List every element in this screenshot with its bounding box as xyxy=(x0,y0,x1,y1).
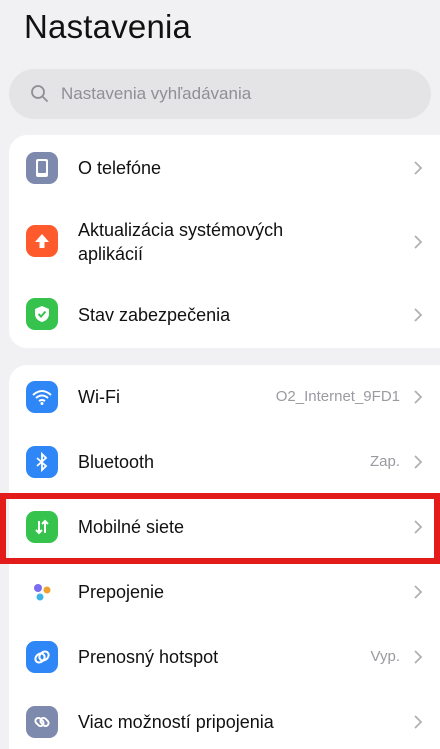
settings-item-security-status[interactable]: Stav zabezpečenia xyxy=(9,281,440,348)
page-title: Nastavenia xyxy=(24,8,192,45)
settings-item-system-app-updates[interactable]: Aktualizácia systémových aplikácií xyxy=(9,201,440,281)
settings-item-mobile-networks[interactable]: Mobilné siete xyxy=(9,494,440,560)
settings-item-more-connections[interactable]: Viac možností pripojenia xyxy=(9,690,440,749)
phone-icon xyxy=(26,152,58,184)
settings-item-label: Stav zabezpečenia xyxy=(78,305,231,325)
settings-item-label: Wi-Fi xyxy=(78,387,120,407)
bluetooth-status: Zap. xyxy=(369,453,400,470)
settings-group-device: O telefóne Aktualizácia systémových apli… xyxy=(9,135,440,348)
chevron-right-icon xyxy=(414,585,423,599)
settings-item-label: O telefóne xyxy=(78,158,162,178)
update-arrow-icon xyxy=(26,225,58,257)
bluetooth-icon xyxy=(26,446,58,478)
chevron-right-icon xyxy=(414,715,423,729)
settings-item-label: Bluetooth xyxy=(78,452,155,472)
chevron-right-icon xyxy=(414,650,423,664)
connection-dots-icon xyxy=(26,576,58,608)
settings-item-label: Aktualizácia systémových aplikácií xyxy=(78,220,284,264)
search-input[interactable]: Nastavenia vyhľadávania xyxy=(9,69,431,119)
mobile-data-icon xyxy=(26,511,58,543)
chevron-right-icon xyxy=(414,455,423,469)
chevron-right-icon xyxy=(414,235,423,249)
settings-item-bluetooth[interactable]: Bluetooth Zap. xyxy=(9,430,440,494)
settings-item-connection[interactable]: Prepojenie xyxy=(9,560,440,625)
hotspot-status: Vyp. xyxy=(370,648,400,665)
settings-item-label: Viac možností pripojenia xyxy=(78,712,274,732)
wifi-network-name: O2_Internet_9FD1 xyxy=(275,388,400,405)
wifi-icon xyxy=(26,381,58,413)
search-icon xyxy=(31,85,48,102)
settings-item-label: Prenosný hotspot xyxy=(78,647,219,667)
settings-item-about-phone[interactable]: O telefóne xyxy=(9,135,440,201)
chevron-right-icon xyxy=(414,308,423,322)
shield-check-icon xyxy=(26,298,58,330)
settings-screen: Nastavenia Nastavenia vyhľadávania O tel… xyxy=(0,0,440,749)
link-icon xyxy=(26,706,58,738)
chevron-right-icon xyxy=(414,520,423,534)
settings-item-hotspot[interactable]: Prenosný hotspot Vyp. xyxy=(9,625,440,690)
settings-item-label: Mobilné siete xyxy=(78,517,185,537)
settings-item-wifi[interactable]: Wi-Fi O2_Internet_9FD1 xyxy=(9,365,440,430)
settings-group-connections: Wi-Fi O2_Internet_9FD1 Bluetooth Zap. Mo… xyxy=(9,365,440,749)
hotspot-link-icon xyxy=(26,641,58,673)
settings-item-label: Prepojenie xyxy=(78,582,165,602)
search-placeholder: Nastavenia vyhľadávania xyxy=(61,84,252,103)
chevron-right-icon xyxy=(414,390,423,404)
chevron-right-icon xyxy=(414,161,423,175)
